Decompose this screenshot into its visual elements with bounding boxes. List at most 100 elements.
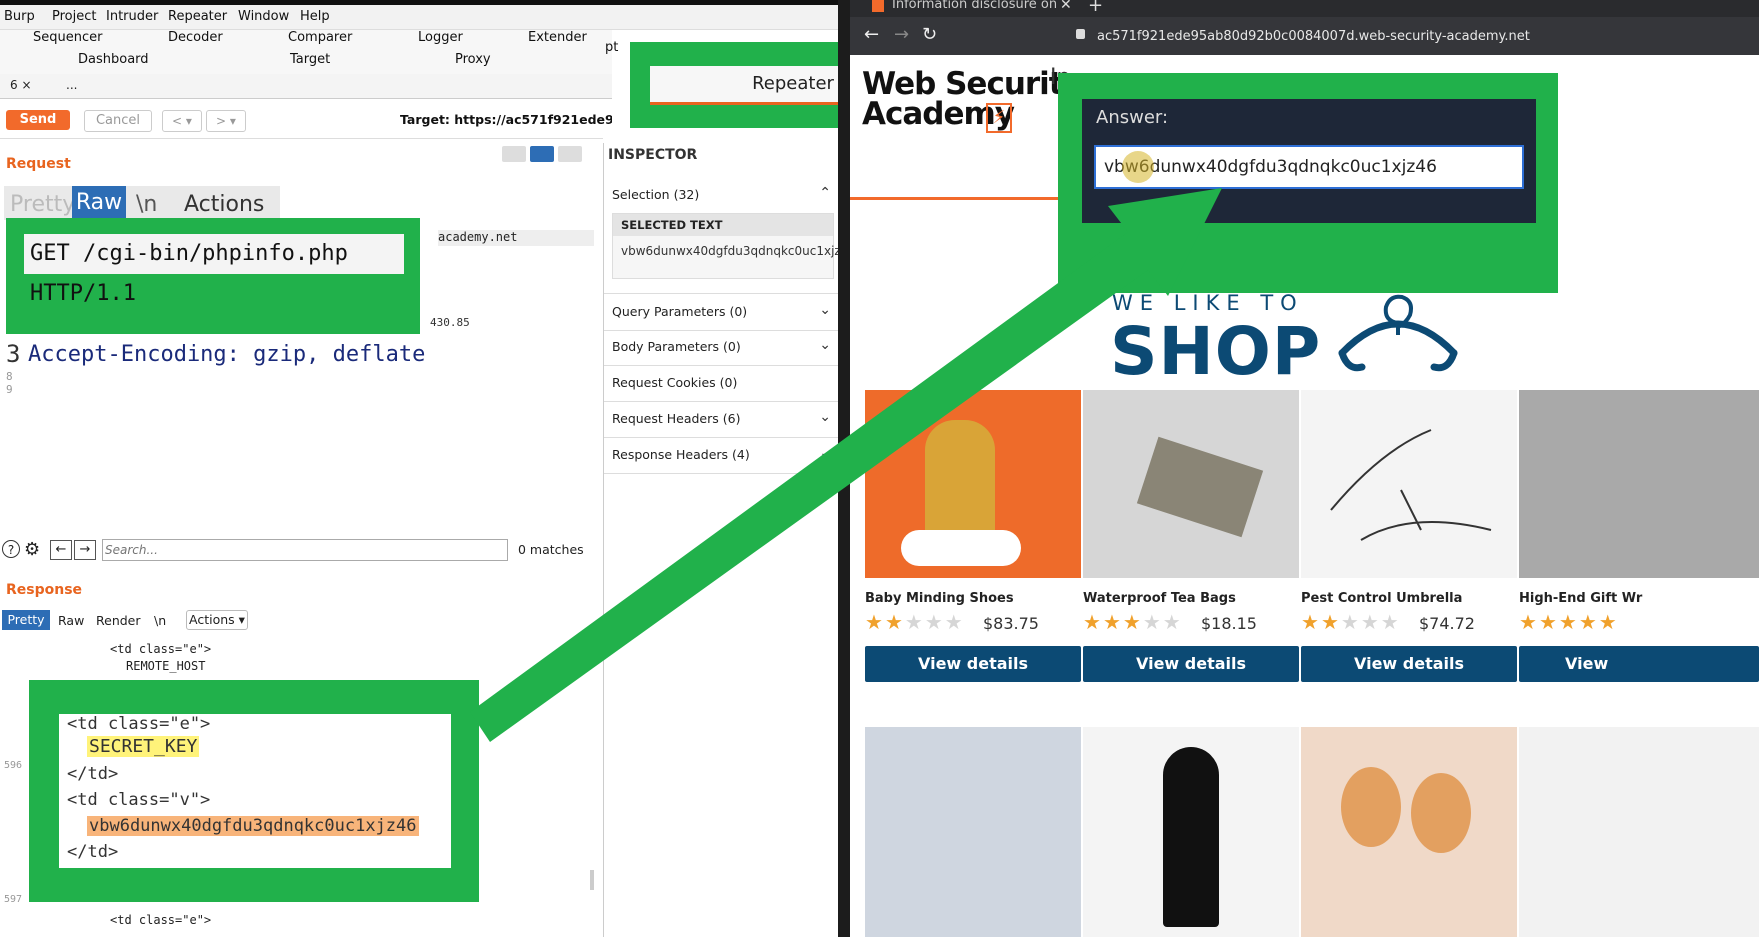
rating-stars-umbrella: ★ ★ ★ ★ ★: [1301, 612, 1401, 632]
product-image-silhouette[interactable]: [1083, 727, 1299, 937]
menu-window[interactable]: Window: [238, 9, 289, 24]
response-tab-pretty[interactable]: Pretty: [2, 610, 50, 630]
help-icon[interactable]: ?: [2, 540, 20, 558]
response-tab-raw[interactable]: Raw: [58, 613, 84, 628]
chevron-up-icon[interactable]: ⌃: [819, 185, 831, 201]
tool-tab-sequencer[interactable]: Sequencer: [33, 30, 102, 45]
answer-input[interactable]: vbw6dunwx40dgfdu3qdnqkc0uc1xjz46: [1094, 145, 1524, 189]
star-icon: ★: [904, 610, 923, 634]
url-field[interactable]: ac571f921ede95ab80d92b0c0084007d.web-sec…: [1097, 29, 1530, 44]
product-name-giftwrap[interactable]: High-End Gift Wr: [1519, 591, 1642, 606]
request-line-accept-encoding: Accept-Encoding: gzip, deflate: [28, 342, 426, 367]
shoes-figure: [925, 420, 995, 540]
product-image-shoes[interactable]: [865, 390, 1081, 578]
request-tab-newline[interactable]: \n: [136, 192, 157, 217]
new-tab-icon[interactable]: +: [1088, 0, 1103, 16]
chevron-down-icon[interactable]: ⌄: [819, 337, 831, 353]
response-tab-newline[interactable]: \n: [154, 613, 166, 628]
inspector-query-params[interactable]: Query Parameters (0) ⌄: [604, 293, 841, 331]
reload-icon[interactable]: ↻: [922, 24, 937, 45]
line-number-9: 9: [6, 383, 13, 396]
inspector-request-headers[interactable]: Request Headers (6) ⌄: [604, 401, 841, 438]
product-name-teabags[interactable]: Waterproof Tea Bags: [1083, 591, 1236, 606]
shoes-shape: [901, 530, 1021, 566]
chevron-down-icon[interactable]: ⌄: [819, 409, 831, 425]
repeater-tab-more[interactable]: ...: [66, 78, 77, 92]
back-arrow-icon[interactable]: ←: [864, 24, 879, 45]
repeater-tab-row: 6 × ...: [0, 74, 612, 99]
shop-tagline: WE LIKE TO: [1112, 291, 1304, 315]
layout-single-icon[interactable]: [558, 146, 582, 162]
browser-tab-title[interactable]: Information disclosure on: [892, 0, 1057, 12]
layout-toggle[interactable]: [502, 146, 590, 164]
request-tab-raw[interactable]: Raw: [72, 186, 126, 220]
star-icon: ★: [1102, 610, 1121, 634]
forward-arrow-icon[interactable]: →: [894, 24, 909, 45]
history-back-button[interactable]: < ▾: [162, 110, 202, 132]
layout-split-icon[interactable]: [502, 146, 526, 162]
cursor-highlight: [1122, 151, 1154, 183]
menu-repeater[interactable]: Repeater: [168, 9, 227, 24]
tool-tab-proxy[interactable]: Proxy: [455, 52, 491, 67]
history-forward-button[interactable]: > ▾: [206, 110, 246, 132]
star-icon: ★: [884, 610, 903, 634]
layout-stack-icon[interactable]: [530, 146, 554, 162]
star-icon: ★: [1380, 610, 1399, 634]
response-zoom-box: <td class="e"> SECRET_KEY </td> <td clas…: [59, 714, 451, 868]
response-scrollbar[interactable]: [590, 870, 594, 890]
menu-project[interactable]: Project: [52, 9, 96, 24]
selection-label: Selection (32): [612, 187, 700, 202]
tool-tab-extender[interactable]: Extender: [528, 30, 587, 45]
search-next-icon[interactable]: →: [74, 540, 96, 560]
chevron-down-icon[interactable]: ⌄: [819, 302, 831, 318]
wsa-logo[interactable]: Web Security Academy: [862, 69, 1083, 130]
inspector-panel: INSPECTOR ? Selection (32) ⌃ SELECTED TE…: [603, 143, 904, 937]
search-input[interactable]: [102, 539, 508, 561]
repeater-tab-6[interactable]: 6 ×: [10, 78, 32, 92]
request-tab-pretty[interactable]: Pretty: [10, 192, 75, 217]
cancel-button[interactable]: Cancel: [84, 110, 152, 132]
menu-help[interactable]: Help: [300, 9, 330, 24]
view-details-button[interactable]: View details: [865, 646, 1081, 682]
chevron-down-icon[interactable]: ⌄: [819, 445, 831, 461]
tool-tabs: Sequencer Decoder Comparer Logger Extend…: [0, 30, 612, 74]
response-tab-actions[interactable]: Actions ▾: [186, 610, 248, 630]
view-details-button[interactable]: View details: [1083, 646, 1299, 682]
inspector-selection[interactable]: Selection (32) ⌃: [604, 177, 841, 213]
send-button[interactable]: Send: [6, 110, 70, 130]
product-image-sketch[interactable]: [1519, 727, 1759, 937]
menu-burp[interactable]: Burp: [4, 9, 35, 24]
search-prev-icon[interactable]: ←: [50, 540, 72, 560]
star-icon: ★: [944, 610, 963, 634]
settings-gear-icon[interactable]: ⚙: [24, 539, 40, 560]
tool-tab-decoder[interactable]: Decoder: [168, 30, 223, 45]
product-image-books[interactable]: [865, 727, 1081, 937]
response-tab-render[interactable]: Render: [96, 613, 141, 628]
product-image-giftwrap[interactable]: [1519, 390, 1759, 578]
request-view-tabs: Pretty Raw \n Actions ▾: [4, 186, 280, 242]
inspector-response-headers[interactable]: Response Headers (4) ⌄: [604, 437, 841, 474]
tool-tab-logger[interactable]: Logger: [418, 30, 463, 45]
product-image-teabags[interactable]: [1083, 390, 1299, 578]
response-zoom-overlay: <td class="e"> SECRET_KEY </td> <td clas…: [29, 680, 479, 902]
star-icon: ★: [1162, 610, 1181, 634]
request-cookies-label: Request Cookies (0): [612, 375, 738, 390]
inspector-request-cookies[interactable]: Request Cookies (0): [604, 365, 841, 402]
product-image-umbrella[interactable]: [1301, 390, 1517, 578]
product-image-eggs[interactable]: [1301, 727, 1517, 937]
product-name-umbrella[interactable]: Pest Control Umbrella: [1301, 591, 1462, 606]
egg-shape: [1411, 773, 1471, 853]
product-name-shoes[interactable]: Baby Minding Shoes: [865, 591, 1014, 606]
inspector-body-params[interactable]: Body Parameters (0) ⌄: [604, 329, 841, 366]
menu-intruder[interactable]: Intruder: [106, 9, 158, 24]
ip-fragment: 430.85: [430, 316, 470, 329]
tool-tab-comparer[interactable]: Comparer: [288, 30, 352, 45]
tool-tab-target[interactable]: Target: [290, 52, 330, 67]
close-tab-icon[interactable]: ✕: [1060, 0, 1072, 13]
request-headers-label: Request Headers (6): [612, 411, 741, 426]
zoom-td-close-1: </td>: [67, 764, 119, 784]
tool-tab-dashboard[interactable]: Dashboard: [78, 52, 149, 67]
view-details-button-partial[interactable]: View: [1519, 646, 1759, 682]
star-icon: ★: [1538, 610, 1557, 634]
view-details-button[interactable]: View details: [1301, 646, 1517, 682]
